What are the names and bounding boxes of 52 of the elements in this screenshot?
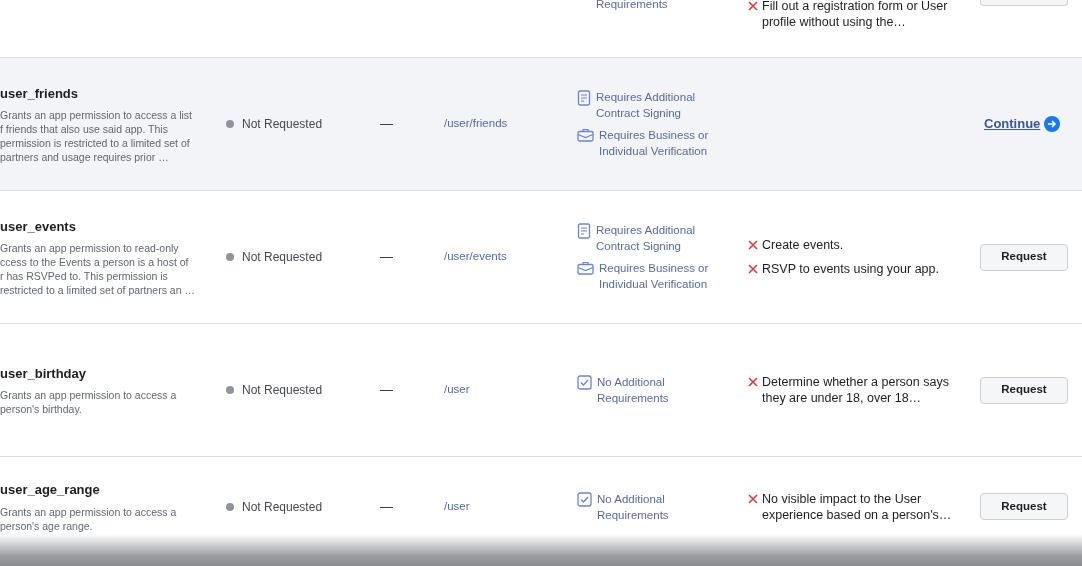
dash-text: —	[380, 382, 393, 398]
impact-text: Fill out a registration form or User profile without using the…	[762, 0, 949, 30]
status-dot	[226, 386, 234, 394]
impact-text: Create events.	[762, 237, 845, 253]
button-edge[interactable]	[980, 0, 1068, 6]
cross-icon	[748, 374, 758, 387]
requirement-text: No Additional Requirements	[597, 491, 670, 523]
dash-text: —	[380, 249, 393, 265]
endpoint-text: /user/friends	[444, 117, 508, 130]
endpoint-text: /user	[444, 383, 470, 396]
status-text: Not Requested	[242, 249, 323, 266]
requirement-text: Requires Business or Individual Verification	[599, 128, 710, 159]
document-icon	[577, 222, 591, 239]
requirement-text: Requires Additional Contract Signing	[596, 223, 697, 254]
permission-name: user_events	[0, 217, 77, 236]
permission-description: Grants an app permission to access a person's birthday.	[0, 388, 178, 417]
request-button[interactable]: Request	[980, 493, 1068, 521]
status-dot	[226, 253, 234, 261]
status-text: Not Requested	[242, 382, 323, 399]
status-dot	[226, 120, 234, 128]
checkbox-icon	[577, 374, 592, 390]
permission-description: Grants an app permission to access a list f friends that also use said app. This permission is restricted to a limited set of partners and usage requires prior …	[0, 108, 193, 165]
checkbox-icon	[577, 490, 592, 507]
requirement-text: Requirements	[596, 0, 668, 12]
dash-text: —	[380, 116, 393, 132]
arrow-circle-icon	[1044, 116, 1061, 132]
cross-icon	[748, 237, 758, 250]
permission-description: Grants an app permission to access a person's age range.	[0, 504, 178, 533]
endpoint-text: /user	[444, 499, 470, 512]
impact-text: RSVP to events using your app.	[762, 261, 940, 277]
status-dot	[226, 502, 234, 511]
cross-icon	[748, 261, 758, 274]
impact-text: No visible impact to the User experience based on a person's…	[762, 490, 953, 523]
permission-name: user_birthday	[0, 364, 87, 383]
dash-text: —	[380, 498, 393, 514]
continue-link[interactable]: Continue	[984, 114, 1041, 134]
endpoint-text: /user/events	[444, 250, 507, 263]
request-button[interactable]: Request	[980, 243, 1068, 271]
cross-icon	[748, 0, 758, 11]
requirement-text: No Additional Requirements	[597, 375, 670, 406]
request-button[interactable]: Request	[980, 376, 1068, 404]
briefcase-icon	[577, 260, 594, 275]
impact-text: Determine whether a person says they are under 18, over 18…	[762, 374, 950, 406]
requirement-text: Requires Business or Individual Verification	[599, 261, 710, 292]
status-text: Not Requested	[242, 116, 323, 133]
permission-description: Grants an app permission to read-only ccess to the Events a person is a host of r has RSVPed to. This permission is restricted to a limited set of partners an …	[0, 241, 196, 298]
briefcase-icon	[577, 127, 594, 142]
status-text: Not Requested	[242, 498, 323, 516]
permission-name: user_friends	[0, 84, 80, 103]
document-icon	[577, 89, 591, 106]
requirement-text: Requires Additional Contract Signing	[596, 90, 697, 121]
permission-name: user_age_range	[0, 481, 101, 500]
